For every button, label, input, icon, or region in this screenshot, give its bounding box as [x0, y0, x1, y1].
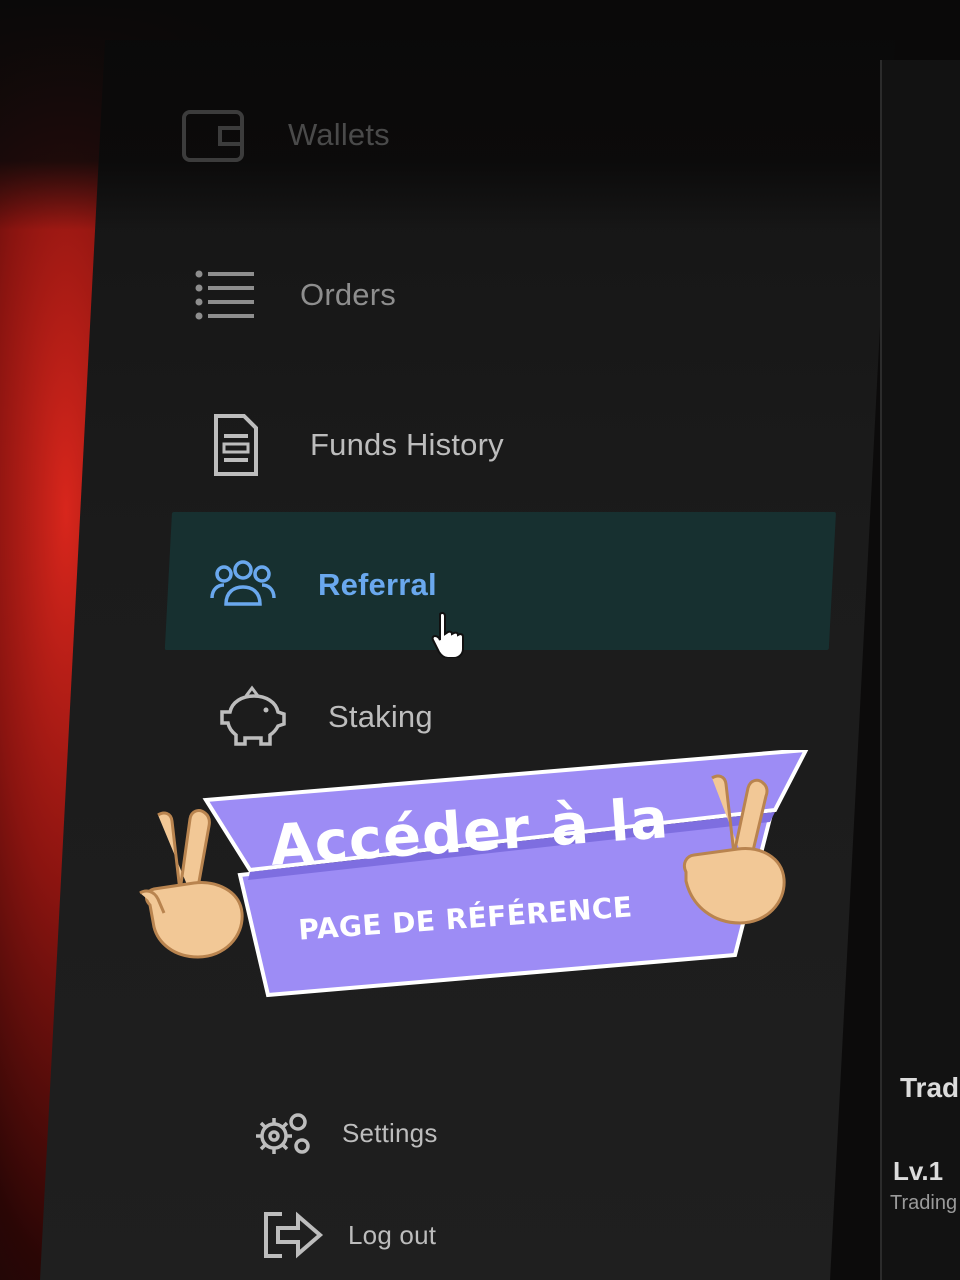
- sidebar-item-label: Log out: [348, 1219, 437, 1250]
- users-icon: [208, 550, 278, 620]
- sidebar-item-label: Wallets: [288, 117, 390, 152]
- sidebar-item-logout[interactable]: Log out: [256, 1200, 436, 1270]
- document-icon: [200, 410, 270, 480]
- sidebar-item-funds-history[interactable]: Funds History: [200, 410, 504, 480]
- logout-icon: [256, 1200, 326, 1270]
- sidebar-item-referral[interactable]: Referral: [208, 550, 437, 620]
- sidebar-item-label: Funds History: [310, 427, 504, 462]
- sidebar-item-orders[interactable]: Orders: [190, 260, 396, 330]
- piggy-bank-icon: [218, 682, 288, 752]
- panel-heading: Trad: [900, 1072, 960, 1103]
- hand-cursor-icon: [431, 611, 464, 658]
- gears-icon: [250, 1098, 320, 1168]
- level-caption: Trading: [890, 1192, 958, 1214]
- sidebar-item-label: Referral: [318, 567, 437, 602]
- screen-shade: [0, 0, 960, 230]
- sidebar-item-wallets[interactable]: Wallets: [178, 100, 390, 170]
- sidebar-item-label: Settings: [342, 1117, 438, 1148]
- victory-hand-icon: [139, 809, 244, 959]
- list-icon: [190, 260, 260, 330]
- level-badge: Lv.1: [893, 1156, 944, 1186]
- sidebar-item-label: Orders: [300, 277, 396, 312]
- sidebar-item-label: Staking: [328, 699, 433, 734]
- sidebar-item-staking[interactable]: Staking: [218, 682, 433, 752]
- wallet-icon: [178, 100, 248, 170]
- sidebar-item-settings[interactable]: Settings: [250, 1098, 438, 1168]
- victory-hand-icon: [682, 774, 786, 925]
